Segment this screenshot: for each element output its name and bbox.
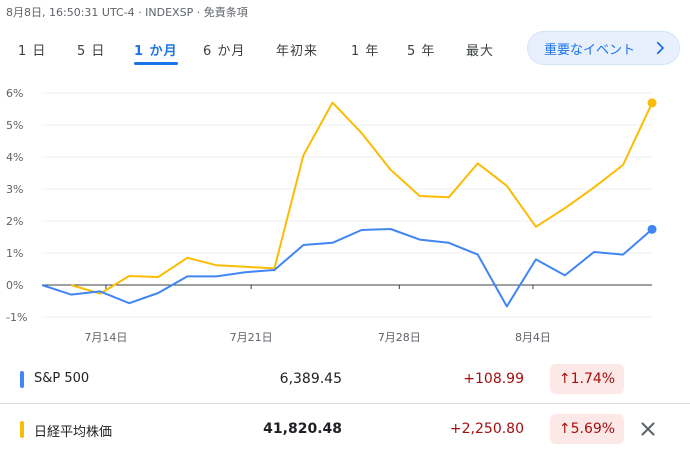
chart-grid: 6% 5% 4% 3% 2% 1% 0% -1% <box>6 87 652 324</box>
tab-5d[interactable]: 5 日 <box>77 40 105 59</box>
legend-row-nikkei[interactable]: 日経平均株価 41,820.48 +2,250.80 ↑ 5.69% <box>0 407 690 451</box>
y-tick-label: 6% <box>6 87 23 100</box>
percent-value: 5.69% <box>570 421 616 437</box>
chevron-right-icon <box>656 41 664 55</box>
active-tab-indicator <box>134 62 178 65</box>
series-color-swatch <box>20 421 24 438</box>
y-tick-label: 1% <box>6 247 23 260</box>
divider <box>0 403 690 404</box>
key-events-button[interactable]: 重要なイベント <box>527 31 680 65</box>
tab-1m-label: 1 か月 <box>134 44 178 59</box>
x-tick-label: 7月21日 <box>230 331 273 344</box>
series-line <box>41 228 653 308</box>
y-tick-label: 3% <box>6 183 23 196</box>
series-line <box>70 101 654 295</box>
y-tick-label: 5% <box>6 119 23 132</box>
key-events-label: 重要なイベント <box>544 42 636 58</box>
chart-series <box>41 98 657 308</box>
arrow-up-icon: ↑ <box>558 421 571 437</box>
legend-row-sp500[interactable]: S&P 500 6,389.45 +108.99 ↑ 1.74% <box>0 357 690 401</box>
percent-change-badge: ↑ 1.74% <box>550 364 624 394</box>
tab-max[interactable]: 最大 <box>466 40 494 59</box>
x-tick-label: 7月28日 <box>378 331 421 344</box>
tab-6m[interactable]: 6 か月 <box>203 40 245 59</box>
tab-ytd[interactable]: 年初来 <box>276 40 318 59</box>
index-change: +108.99 <box>463 371 524 387</box>
index-price: 41,820.48 <box>263 421 342 437</box>
index-change: +2,250.80 <box>449 421 524 437</box>
percent-change-badge: ↑ 5.69% <box>550 414 624 444</box>
quote-meta: 8月8日, 16:50:31 UTC-4 · INDEXSP · 免責条項 <box>6 6 248 19</box>
comparison-chart[interactable]: 6% 5% 4% 3% 2% 1% 0% -1% 7月14日 7月21日 7月28日 8月4日 <box>0 70 690 350</box>
x-tick-label: 7月14日 <box>84 331 127 344</box>
y-tick-label: 2% <box>6 215 23 228</box>
remove-comparison-close-icon[interactable] <box>637 418 659 440</box>
series-color-swatch <box>20 371 24 388</box>
y-tick-label: 0% <box>6 279 23 292</box>
series-end-marker <box>647 98 657 108</box>
x-tick-label: 8月4日 <box>515 331 551 344</box>
series-end-marker <box>647 224 657 234</box>
y-tick-label: 4% <box>6 151 23 164</box>
index-name: S&P 500 <box>34 371 90 386</box>
tab-1m[interactable]: 1 か月 <box>134 40 178 65</box>
tab-1d[interactable]: 1 日 <box>18 40 46 59</box>
index-price: 6,389.45 <box>279 371 342 387</box>
percent-value: 1.74% <box>570 371 616 387</box>
index-name: 日経平均株価 <box>34 425 113 440</box>
y-tick-label: -1% <box>6 311 27 324</box>
arrow-up-icon: ↑ <box>558 371 571 387</box>
tab-1y[interactable]: 1 年 <box>351 40 379 59</box>
tab-5y[interactable]: 5 年 <box>407 40 435 59</box>
